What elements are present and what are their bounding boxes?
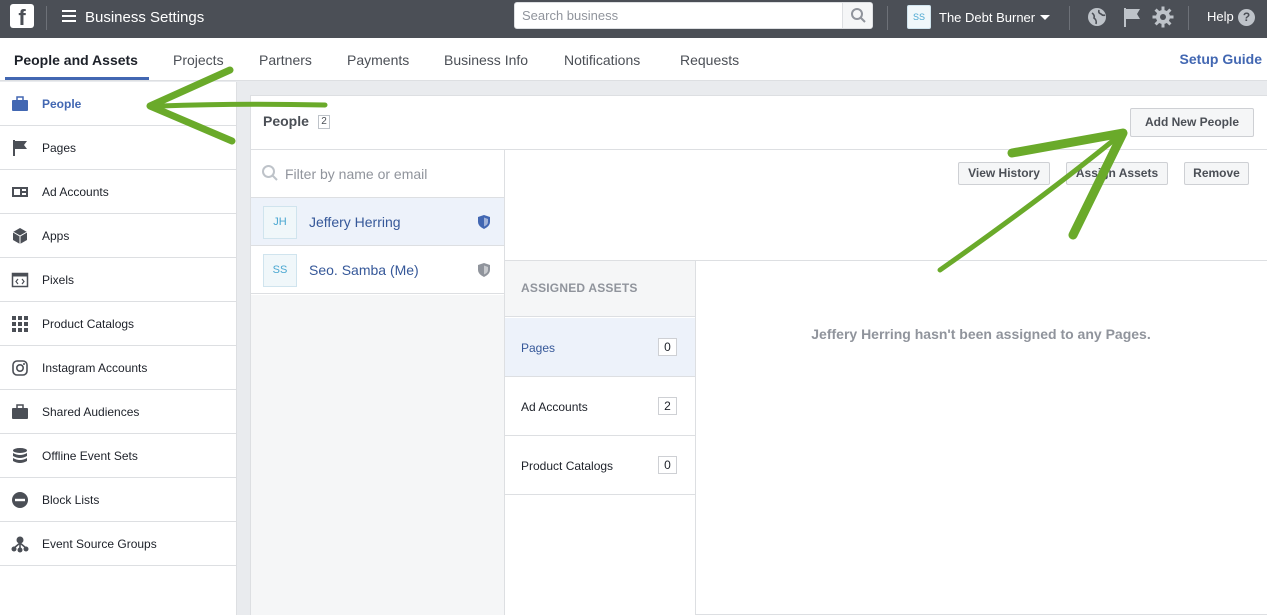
sidebar-item-label: Apps bbox=[42, 229, 70, 243]
sidebar-item-block-lists[interactable]: Block Lists bbox=[0, 478, 237, 522]
instagram-icon bbox=[12, 360, 28, 376]
active-tab-indicator bbox=[5, 77, 149, 80]
setup-guide-link[interactable]: Setup Guide bbox=[1180, 51, 1262, 67]
sidebar-item-pages[interactable]: Pages bbox=[0, 126, 237, 170]
people-count-badge: 2 bbox=[318, 115, 330, 129]
people-panel: People 2 Add New People JH Jeffery Herri… bbox=[250, 95, 1267, 615]
sidebar: People Pages Ad Accounts Apps Pixels Pro… bbox=[0, 82, 237, 615]
sidebar-item-pixels[interactable]: Pixels bbox=[0, 258, 237, 302]
avatar: SS bbox=[263, 254, 297, 287]
sidebar-item-label: Ad Accounts bbox=[42, 185, 109, 199]
business-avatar: SS bbox=[907, 5, 931, 29]
help-link[interactable]: Help bbox=[1207, 9, 1234, 24]
sidebar-item-label: Pixels bbox=[42, 273, 75, 287]
flag-icon[interactable] bbox=[1121, 6, 1143, 28]
sidebar-item-people[interactable]: People bbox=[0, 82, 237, 126]
facebook-logo-icon[interactable]: f bbox=[10, 4, 34, 28]
assigned-assets-heading: ASSIGNED ASSETS bbox=[521, 281, 638, 295]
divider bbox=[46, 6, 47, 30]
asset-row-pages[interactable]: Pages 0 bbox=[505, 318, 695, 377]
top-bar: f Business Settings SS The Debt Burner bbox=[0, 0, 1267, 38]
sidebar-item-event-source-groups[interactable]: Event Source Groups bbox=[0, 522, 237, 566]
grid-icon bbox=[12, 316, 28, 332]
tab-business-info[interactable]: Business Info bbox=[444, 52, 528, 68]
asset-label: Product Catalogs bbox=[521, 459, 614, 473]
sidebar-item-label: Offline Event Sets bbox=[42, 449, 138, 463]
person-row-seo-samba[interactable]: SS Seo. Samba (Me) bbox=[251, 246, 504, 294]
tab-bar: People and Assets Projects Partners Paym… bbox=[0, 38, 1267, 81]
tab-projects[interactable]: Projects bbox=[173, 52, 224, 68]
page-title: People bbox=[263, 113, 309, 129]
admin-shield-icon bbox=[478, 215, 490, 229]
database-icon bbox=[13, 448, 27, 463]
sidebar-item-instagram-accounts[interactable]: Instagram Accounts bbox=[0, 346, 237, 390]
asset-count: 0 bbox=[658, 338, 677, 356]
person-name: Jeffery Herring bbox=[309, 214, 401, 230]
business-account-switcher[interactable]: SS The Debt Burner bbox=[907, 4, 1051, 30]
sidebar-item-label: Shared Audiences bbox=[42, 405, 140, 419]
admin-shield-icon bbox=[478, 263, 490, 277]
asset-label: Ad Accounts bbox=[521, 400, 588, 414]
search-button[interactable] bbox=[842, 3, 872, 28]
sidebar-item-apps[interactable]: Apps bbox=[0, 214, 237, 258]
search-input[interactable] bbox=[515, 3, 841, 28]
sidebar-item-label: People bbox=[42, 97, 82, 111]
filter-box bbox=[251, 150, 504, 197]
code-icon bbox=[11, 272, 29, 288]
ad-account-icon bbox=[12, 187, 28, 197]
block-icon bbox=[12, 492, 28, 508]
chevron-down-icon bbox=[1040, 14, 1051, 20]
app-title: Business Settings bbox=[85, 9, 205, 26]
search-icon bbox=[262, 165, 278, 181]
people-list-empty-area bbox=[251, 295, 504, 615]
tab-notifications[interactable]: Notifications bbox=[564, 52, 640, 68]
person-name: Seo. Samba (Me) bbox=[309, 262, 419, 278]
globe-icon[interactable] bbox=[1086, 6, 1108, 28]
asset-count: 0 bbox=[658, 456, 677, 474]
asset-count: 2 bbox=[658, 397, 677, 415]
asset-row-product-catalogs[interactable]: Product Catalogs 0 bbox=[505, 436, 695, 495]
cube-icon bbox=[12, 228, 28, 244]
sidebar-item-label: Instagram Accounts bbox=[42, 361, 148, 375]
filter-input[interactable] bbox=[285, 163, 495, 185]
business-name: The Debt Burner bbox=[939, 9, 1036, 25]
remove-button[interactable]: Remove bbox=[1184, 162, 1249, 185]
sidebar-item-label: Block Lists bbox=[42, 493, 100, 507]
person-row-jeffery-herring[interactable]: JH Jeffery Herring bbox=[251, 198, 504, 246]
gear-icon[interactable] bbox=[1152, 6, 1174, 28]
divider bbox=[1188, 6, 1189, 30]
view-history-button[interactable]: View History bbox=[958, 162, 1050, 185]
sidebar-item-label: Pages bbox=[42, 141, 77, 155]
empty-state-message: Jeffery Herring hasn't been assigned to … bbox=[811, 326, 1151, 342]
help-icon[interactable]: ? bbox=[1238, 9, 1255, 26]
asset-row-ad-accounts[interactable]: Ad Accounts 2 bbox=[505, 377, 695, 436]
sidebar-item-product-catalogs[interactable]: Product Catalogs bbox=[0, 302, 237, 346]
sidebar-item-ad-accounts[interactable]: Ad Accounts bbox=[0, 170, 237, 214]
sidebar-item-shared-audiences[interactable]: Shared Audiences bbox=[0, 390, 237, 434]
avatar: JH bbox=[263, 206, 297, 239]
divider bbox=[1069, 6, 1070, 30]
divider bbox=[695, 261, 696, 615]
tab-requests[interactable]: Requests bbox=[680, 52, 739, 68]
business-search bbox=[514, 2, 873, 29]
assign-assets-button[interactable]: Assign Assets bbox=[1066, 162, 1168, 185]
assigned-assets-list: ASSIGNED ASSETS Pages 0 Ad Accounts 2 Pr… bbox=[505, 261, 695, 615]
tab-people-and-assets[interactable]: People and Assets bbox=[14, 52, 138, 68]
search-icon bbox=[851, 8, 866, 23]
tab-partners[interactable]: Partners bbox=[259, 52, 312, 68]
tab-payments[interactable]: Payments bbox=[347, 52, 409, 68]
briefcase-icon bbox=[12, 404, 28, 419]
assigned-assets-header: ASSIGNED ASSETS bbox=[505, 261, 695, 317]
briefcase-icon bbox=[12, 96, 28, 111]
group-icon bbox=[11, 536, 29, 553]
add-new-people-button[interactable]: Add New People bbox=[1130, 108, 1254, 137]
divider bbox=[887, 6, 888, 30]
sidebar-item-offline-event-sets[interactable]: Offline Event Sets bbox=[0, 434, 237, 478]
sidebar-item-label: Event Source Groups bbox=[42, 537, 157, 551]
sidebar-item-label: Product Catalogs bbox=[42, 317, 135, 331]
menu-icon[interactable] bbox=[62, 10, 76, 22]
flag-icon bbox=[13, 140, 27, 156]
asset-label: Pages bbox=[521, 341, 556, 355]
